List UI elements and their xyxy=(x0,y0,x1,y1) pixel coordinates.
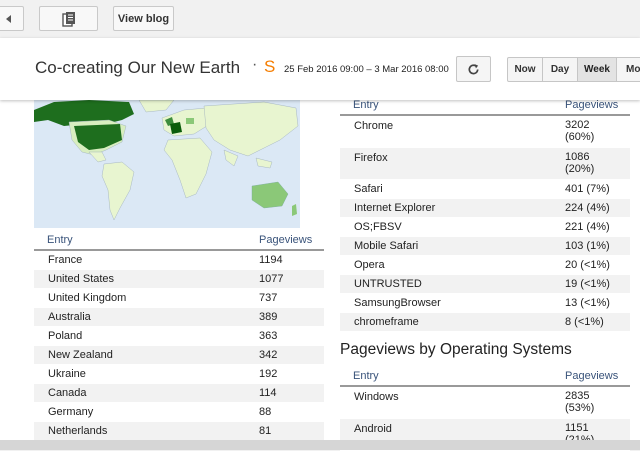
pageviews-cell: 3202 (60%) xyxy=(565,115,630,148)
pageviews-cell: 401 (7%) xyxy=(565,179,630,199)
table-row: UNTRUSTED 19 (<1%) xyxy=(340,274,630,294)
posts-button[interactable] xyxy=(39,6,98,31)
stats-header: Co-creating Our New Earth · S 25 Feb 201… xyxy=(0,38,640,100)
table-row: chromeframe 8 (<1%) xyxy=(340,312,630,332)
entry-cell: Netherlands xyxy=(34,421,259,441)
top-toolbar: View blog xyxy=(0,0,640,38)
table-row: Internet Explorer 224 (4%) xyxy=(340,198,630,218)
range-day-button[interactable]: Day xyxy=(542,57,578,82)
os-table: Entry Pageviews Windows 2835 (53%) Android… xyxy=(340,367,630,451)
table-row: Opera 20 (<1%) xyxy=(340,255,630,275)
os-section-title: Pageviews by Operating Systems xyxy=(340,341,572,358)
range-month-button[interactable]: Mo xyxy=(616,57,640,82)
pageviews-cell: 13 (<1%) xyxy=(565,293,630,313)
table-row: Ukraine 192 xyxy=(34,364,324,384)
pageviews-cell: 224 (4%) xyxy=(565,198,630,218)
table-row: Netherlands 81 xyxy=(34,421,324,441)
pageviews-value: 1086 xyxy=(565,151,590,163)
pages-icon xyxy=(61,11,75,27)
stats-content: Entry Pageviews France 1194 United States… xyxy=(0,96,640,451)
table-row: Canada 114 xyxy=(34,383,324,403)
bottom-scrollbar[interactable] xyxy=(0,440,640,450)
range-now-button[interactable]: Now xyxy=(507,57,543,82)
table-row: New Zealand 342 xyxy=(34,345,324,365)
pageviews-cell: 88 xyxy=(259,402,324,422)
table-row: Safari 401 (7%) xyxy=(340,179,630,199)
entry-cell: Poland xyxy=(34,326,259,346)
pageviews-percent: (20%) xyxy=(565,163,595,175)
pageviews-cell: 2835 (53%) xyxy=(565,386,630,419)
entry-cell: OS;FBSV xyxy=(340,217,565,237)
blog-title: Co-creating Our New Earth xyxy=(35,58,241,77)
table-row: Australia 389 xyxy=(34,307,324,327)
pageviews-cell: 342 xyxy=(259,345,324,365)
range-week-button[interactable]: Week xyxy=(577,57,617,82)
entry-cell: Mobile Safari xyxy=(340,236,565,256)
pageviews-value: 3202 xyxy=(565,119,590,132)
table-row: Chrome 3202 (60%) xyxy=(340,115,630,148)
refresh-button[interactable] xyxy=(456,56,491,82)
table-row: Mobile Safari 103 (1%) xyxy=(340,236,630,256)
column-header-pageviews: Pageviews xyxy=(565,367,630,387)
pageviews-cell: 81 xyxy=(259,421,324,441)
view-blog-button[interactable]: View blog xyxy=(113,6,174,31)
column-header-pageviews: Pageviews xyxy=(259,231,324,251)
entry-cell: Firefox xyxy=(340,147,565,180)
table-row: Windows 2835 (53%) xyxy=(340,386,630,419)
column-header-entry: Entry xyxy=(340,367,565,387)
table-row: Poland 363 xyxy=(34,326,324,346)
world-map xyxy=(34,100,300,228)
entry-cell: Safari xyxy=(340,179,565,199)
table-row: OS;FBSV 221 (4%) xyxy=(340,217,630,237)
pageviews-value: 1151 xyxy=(565,422,589,434)
entry-cell: Ukraine xyxy=(34,364,259,384)
world-map-graphic xyxy=(34,100,300,228)
entry-cell: UNTRUSTED xyxy=(340,274,565,294)
table-row: United Kingdom 737 xyxy=(34,288,324,308)
date-range: 25 Feb 2016 09:00 – 3 Mar 2016 08:00 xyxy=(284,64,449,75)
back-button[interactable] xyxy=(0,6,24,31)
entry-cell: chromeframe xyxy=(340,312,565,332)
entry-cell: Windows xyxy=(340,386,565,419)
pageviews-cell: 1077 xyxy=(259,269,324,289)
entry-cell: France xyxy=(34,250,259,270)
entry-cell: Internet Explorer xyxy=(340,198,565,218)
entry-cell: United Kingdom xyxy=(34,288,259,308)
entry-cell: Germany xyxy=(34,402,259,422)
refresh-icon xyxy=(468,63,479,74)
table-row: Firefox 1086 (20%) xyxy=(340,147,630,180)
pageviews-cell: 363 xyxy=(259,326,324,346)
pageviews-cell: 1086 (20%) xyxy=(565,147,630,180)
countries-table: Entry Pageviews France 1194 United States… xyxy=(34,231,324,441)
arrow-icon xyxy=(6,14,11,23)
entry-cell: Canada xyxy=(34,383,259,403)
pageviews-cell: 20 (<1%) xyxy=(565,255,630,275)
pageviews-cell: 737 xyxy=(259,288,324,308)
pageviews-cell: 192 xyxy=(259,364,324,384)
title-separator: · xyxy=(252,56,258,73)
pageviews-cell: 19 (<1%) xyxy=(565,274,630,294)
pageviews-cell: 103 (1%) xyxy=(565,236,630,256)
pageviews-cell: 1194 xyxy=(259,250,324,270)
pageviews-value: 2835 xyxy=(565,390,590,403)
table-row: Germany 88 xyxy=(34,402,324,422)
pageviews-cell: 221 (4%) xyxy=(565,217,630,237)
pageviews-percent: (53%) xyxy=(565,402,595,415)
table-row: France 1194 xyxy=(34,250,324,270)
pageviews-cell: 114 xyxy=(259,383,324,403)
blogger-icon: S xyxy=(264,57,276,76)
pageviews-cell: 8 (<1%) xyxy=(565,312,630,332)
column-header-entry: Entry xyxy=(34,231,259,251)
entry-cell: Opera xyxy=(340,255,565,275)
entry-cell: United States xyxy=(34,269,259,289)
entry-cell: New Zealand xyxy=(34,345,259,365)
browsers-table: Entry Pageviews Chrome 3202 (60%) Firefox 1… xyxy=(340,96,630,332)
table-row: United States 1077 xyxy=(34,269,324,289)
pageviews-percent: (60%) xyxy=(565,131,595,144)
entry-cell: Australia xyxy=(34,307,259,327)
table-row: SamsungBrowser 13 (<1%) xyxy=(340,293,630,313)
pageviews-cell: 389 xyxy=(259,307,324,327)
entry-cell: SamsungBrowser xyxy=(340,293,565,313)
entry-cell: Chrome xyxy=(340,115,565,148)
